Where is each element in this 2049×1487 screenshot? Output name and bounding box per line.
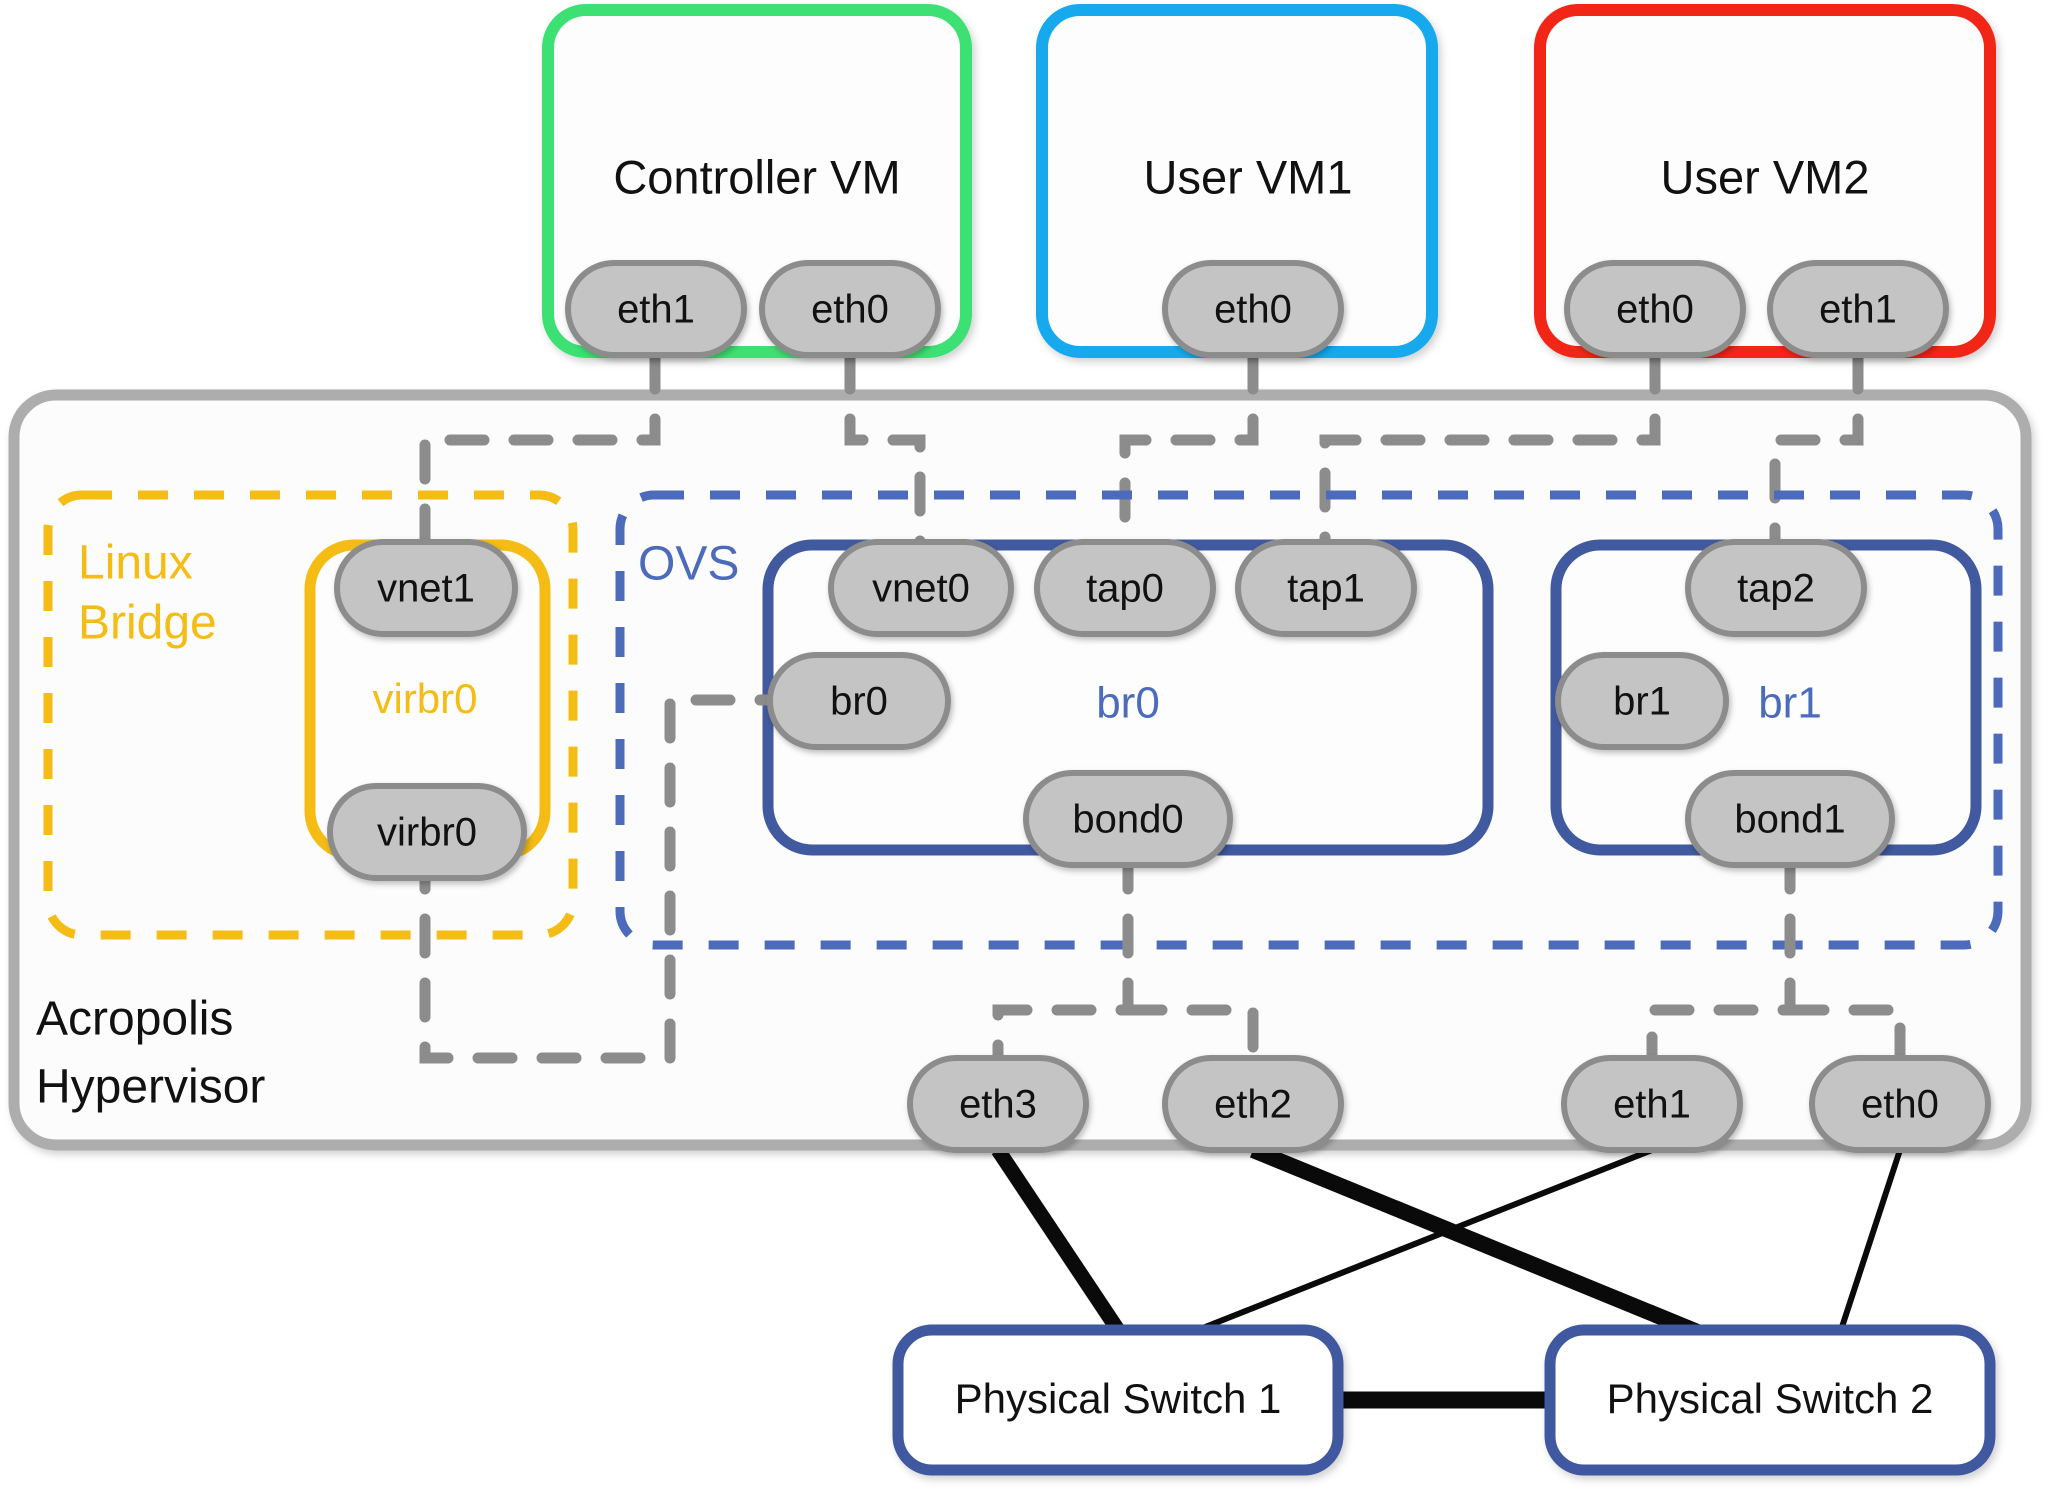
nic-cvm-eth0[interactable]: eth0 xyxy=(759,260,941,358)
cable-eth3-switch1 xyxy=(991,1145,1125,1335)
port-bond1-label: bond1 xyxy=(1734,798,1845,842)
port-br1[interactable]: br1 xyxy=(1555,652,1729,750)
physical-switch-1[interactable]: Physical Switch 1 xyxy=(892,1324,1344,1476)
nic-uvm2-eth1[interactable]: eth1 xyxy=(1767,260,1949,358)
nic-uvm2-eth0-label: eth0 xyxy=(1616,288,1694,332)
port-tap2[interactable]: tap2 xyxy=(1685,539,1867,637)
port-tap0-label: tap0 xyxy=(1086,567,1164,611)
nic-uvm1-eth0[interactable]: eth0 xyxy=(1162,260,1344,358)
port-virbr0-label: virbr0 xyxy=(377,811,477,855)
host-nic-eth0[interactable]: eth0 xyxy=(1809,1055,1991,1153)
port-virbr0[interactable]: virbr0 xyxy=(327,783,527,881)
nic-cvm-eth0-label: eth0 xyxy=(811,288,889,332)
nic-uvm1-eth0-label: eth0 xyxy=(1214,288,1292,332)
br0-center-label: br0 xyxy=(1096,679,1160,728)
port-vnet0-label: vnet0 xyxy=(872,567,970,611)
host-nic-eth2[interactable]: eth2 xyxy=(1162,1055,1344,1153)
linux-bridge-label-line1: Linux xyxy=(78,537,193,590)
port-tap1[interactable]: tap1 xyxy=(1235,539,1417,637)
ovs-label: OVS xyxy=(638,538,739,591)
hypervisor-label-line2: Hypervisor xyxy=(36,1061,265,1114)
physical-switch-2[interactable]: Physical Switch 2 xyxy=(1544,1324,1996,1476)
nic-uvm2-eth0[interactable]: eth0 xyxy=(1564,260,1746,358)
port-bond0[interactable]: bond0 xyxy=(1023,770,1233,868)
host-nic-eth3-label: eth3 xyxy=(959,1083,1037,1127)
host-nic-eth0-label: eth0 xyxy=(1861,1083,1939,1127)
physical-switch-1-label: Physical Switch 1 xyxy=(955,1375,1282,1422)
port-bond1[interactable]: bond1 xyxy=(1685,770,1895,868)
virbr0-bridge-name: virbr0 xyxy=(372,675,477,722)
cable-eth0-switch2 xyxy=(1837,1149,1903,1334)
host-nic-eth1-label: eth1 xyxy=(1613,1083,1691,1127)
port-vnet1[interactable]: vnet1 xyxy=(334,539,518,637)
cable-eth1-switch1 xyxy=(1188,1147,1654,1336)
port-tap0[interactable]: tap0 xyxy=(1034,539,1216,637)
nic-cvm-eth1-label: eth1 xyxy=(617,288,695,332)
cable-eth2-switch2 xyxy=(1249,1142,1704,1341)
port-br1-label: br1 xyxy=(1613,680,1671,724)
port-tap2-label: tap2 xyxy=(1737,567,1815,611)
port-vnet1-label: vnet1 xyxy=(377,567,475,611)
port-bond0-label: bond0 xyxy=(1072,798,1183,842)
linux-bridge-label-line2: Bridge xyxy=(78,597,217,650)
user-vm2-title: User VM2 xyxy=(1661,150,1870,203)
physical-switch-2-label: Physical Switch 2 xyxy=(1607,1375,1934,1422)
br1-center-label: br1 xyxy=(1758,679,1822,728)
host-nic-eth2-label: eth2 xyxy=(1214,1083,1292,1127)
user-vm1-title: User VM1 xyxy=(1144,150,1353,203)
host-nic-eth3[interactable]: eth3 xyxy=(907,1055,1089,1153)
port-br0-label: br0 xyxy=(830,680,888,724)
nic-uvm2-eth1-label: eth1 xyxy=(1819,288,1897,332)
port-br0[interactable]: br0 xyxy=(767,652,951,750)
network-diagram: Linux Bridge virbr0 OVS br0 br1 Controll… xyxy=(8,4,2032,1476)
hypervisor-label-line1: Acropolis xyxy=(36,993,233,1046)
port-tap1-label: tap1 xyxy=(1287,567,1365,611)
diagram-canvas: Linux Bridge virbr0 OVS br0 br1 Controll… xyxy=(0,0,2049,1487)
nic-cvm-eth1[interactable]: eth1 xyxy=(565,260,747,358)
host-nic-eth1[interactable]: eth1 xyxy=(1561,1055,1743,1153)
port-vnet0[interactable]: vnet0 xyxy=(828,539,1014,637)
controller-vm-title: Controller VM xyxy=(613,150,900,203)
